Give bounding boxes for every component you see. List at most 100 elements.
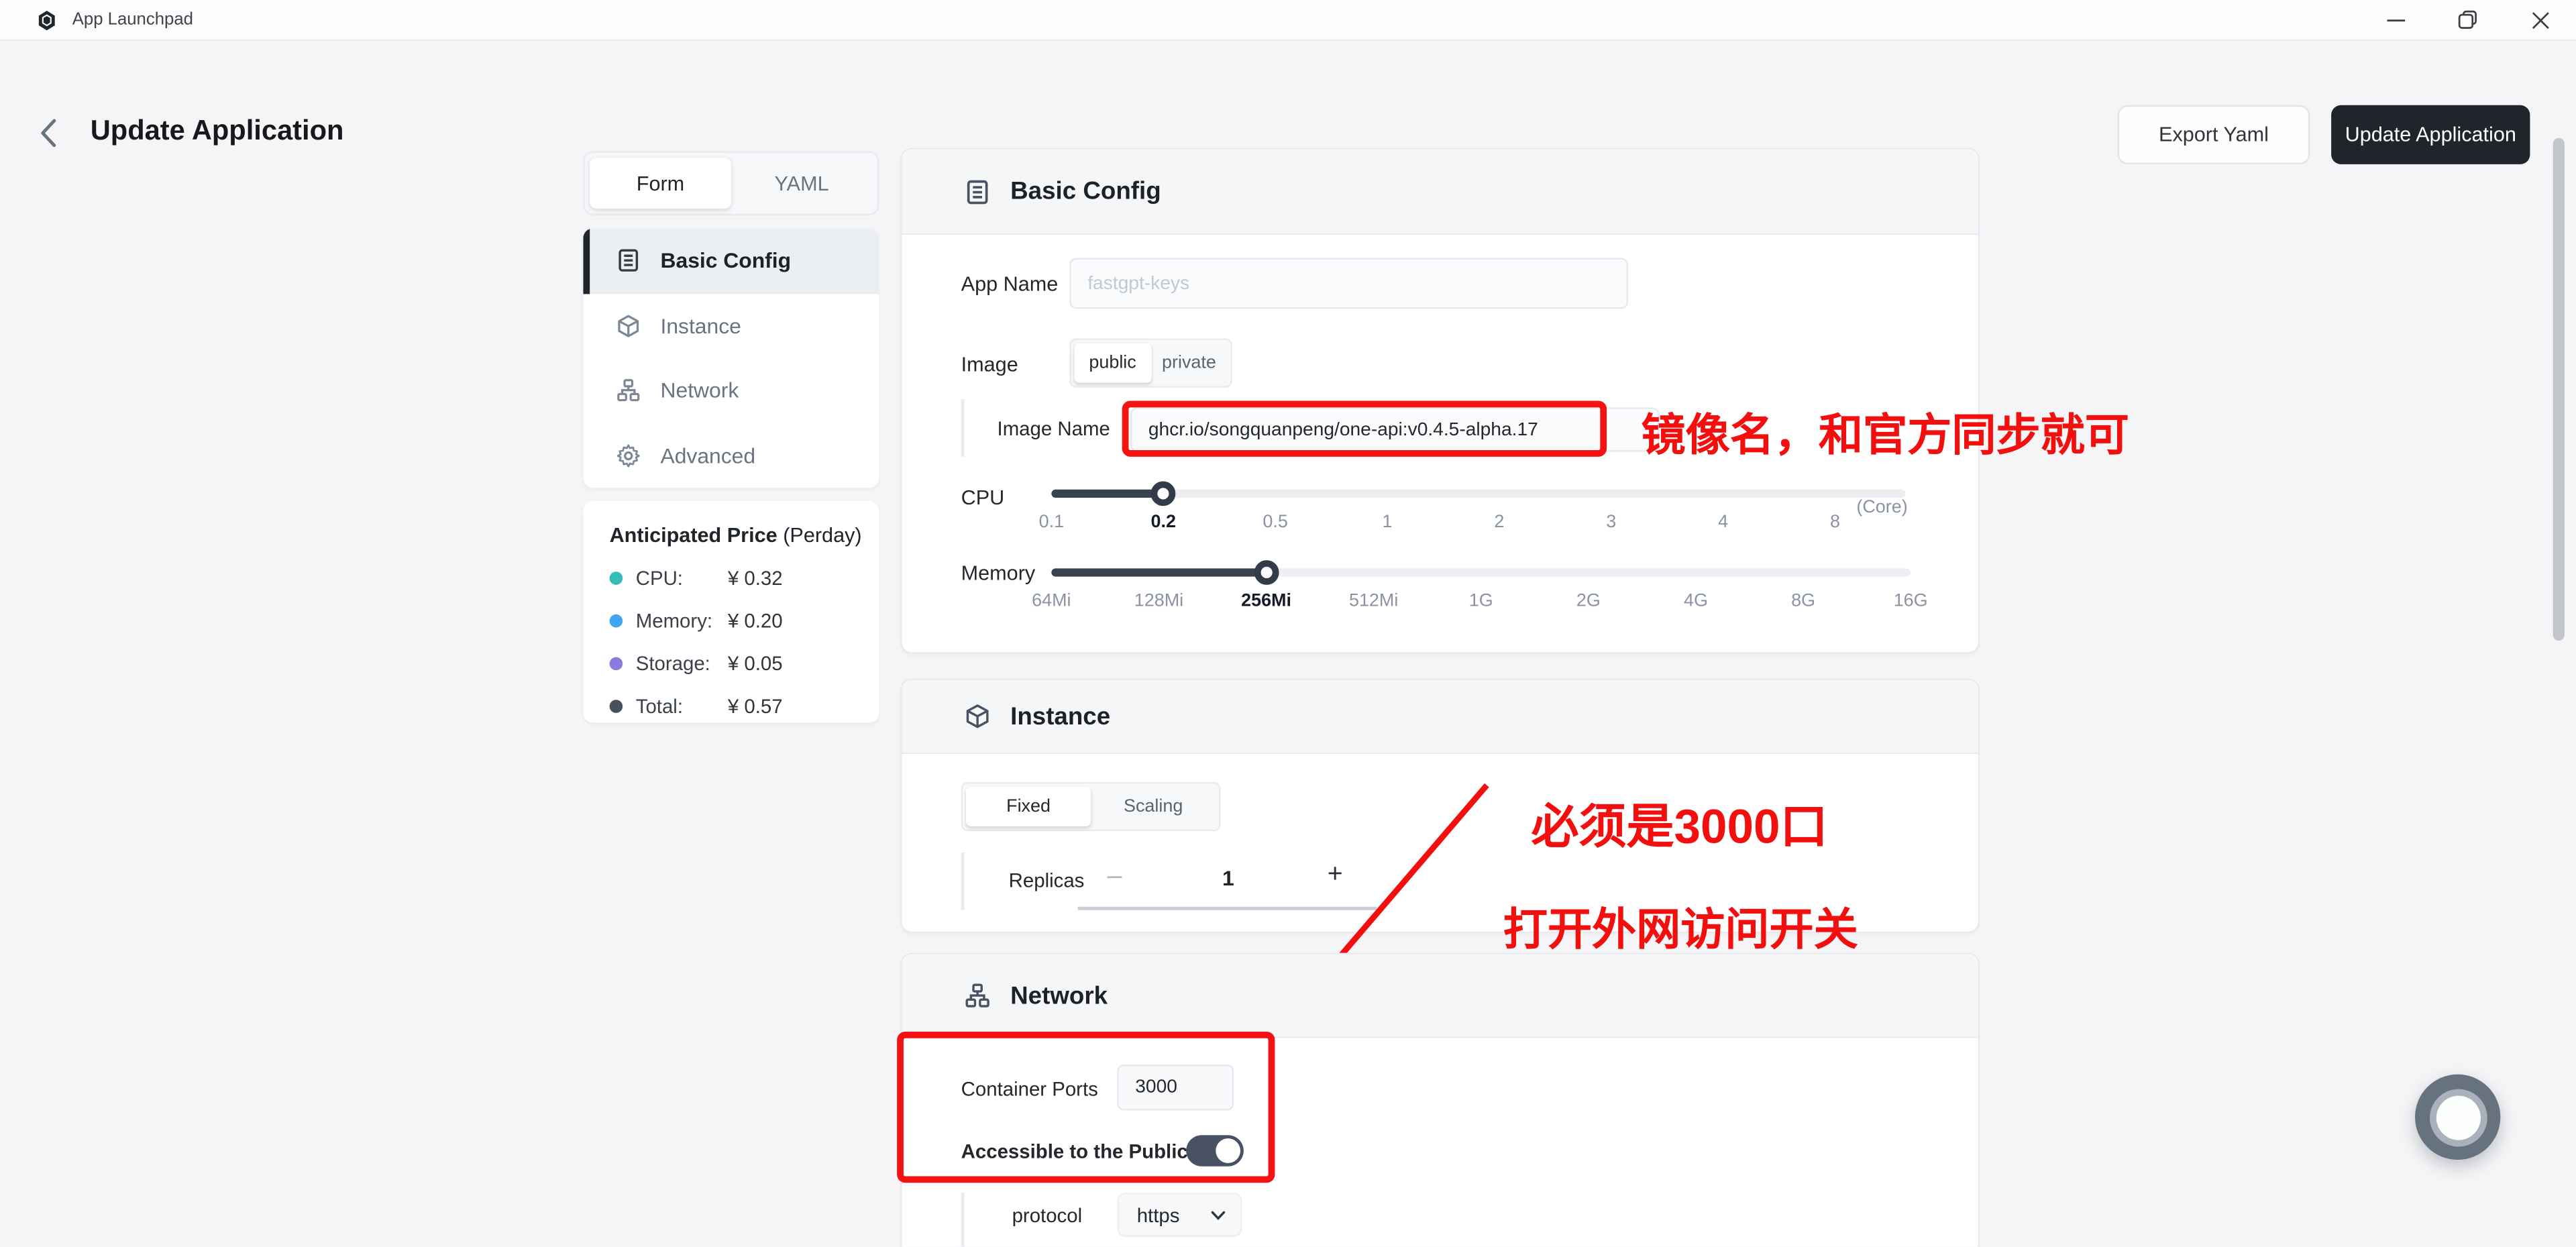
config-nav: Basic Config Instance Network Advanced <box>583 228 879 488</box>
page-title: Update Application <box>91 115 344 148</box>
cpu-dot <box>610 572 623 585</box>
cpu-slider-fill <box>1051 490 1163 498</box>
sidebar-item-instance[interactable]: Instance <box>583 293 879 358</box>
minimize-icon[interactable] <box>2359 0 2432 40</box>
window-titlebar: App Launchpad <box>0 0 2576 41</box>
cpu-label: CPU <box>961 486 1005 509</box>
sidebar-item-advanced[interactable]: Advanced <box>583 423 879 488</box>
memory-tick[interactable]: 8G <box>1791 592 1815 611</box>
memory-tick[interactable]: 16G <box>1894 592 1928 611</box>
cpu-slider-track[interactable] <box>1051 490 1905 498</box>
update-application-button[interactable]: Update Application <box>2331 105 2530 164</box>
memory-tick[interactable]: 512Mi <box>1349 592 1398 611</box>
indent-guide <box>961 399 965 457</box>
cpu-slider-ticks: 0.1 0.2 0.5 1 2 3 4 8 <box>1051 512 1835 535</box>
memory-tick[interactable]: 4G <box>1684 592 1708 611</box>
sidebar-item-network[interactable]: Network <box>583 358 879 423</box>
cpu-tick[interactable]: 4 <box>1718 512 1728 532</box>
replicas-value: 1 <box>1222 866 1234 891</box>
instance-mode-tabs: Fixed Scaling <box>961 782 1221 831</box>
memory-slider-handle[interactable] <box>1254 559 1279 584</box>
view-mode-tabs: Form YAML <box>583 151 879 215</box>
image-visibility-tabs: public private <box>1069 338 1232 387</box>
price-value: ¥ 0.57 <box>728 695 783 718</box>
assistant-button-core <box>2436 1095 2480 1139</box>
cpu-tick-selected[interactable]: 0.2 <box>1150 512 1175 532</box>
protocol-select[interactable]: https <box>1117 1193 1242 1237</box>
price-title: Anticipated Price (Perday) <box>610 524 862 547</box>
price-label: Total: <box>636 695 728 718</box>
app-name-input[interactable]: fastgpt-keys <box>1069 258 1628 309</box>
memory-slider-fill <box>1051 568 1267 576</box>
instance-header: Instance <box>902 680 1978 754</box>
accessible-label: Accessible to the Public <box>961 1140 1188 1163</box>
indent-guide <box>961 853 965 910</box>
price-label: Storage: <box>636 652 728 675</box>
basic-config-header: Basic Config <box>902 150 1978 235</box>
app-name-label: App Name <box>961 273 1059 296</box>
memory-slider[interactable]: 64Mi 128Mi 256Mi 512Mi 1G 2G 4G 8G 16G <box>1051 555 1911 621</box>
memory-tick-selected[interactable]: 256Mi <box>1241 592 1291 611</box>
sidebar-item-label: Instance <box>660 313 741 338</box>
cpu-tick[interactable]: 0.1 <box>1039 512 1064 532</box>
page-header: Update Application Export Yaml Update Ap… <box>0 40 2576 148</box>
vertical-scrollbar[interactable] <box>2553 138 2565 641</box>
price-value: ¥ 0.05 <box>728 652 783 675</box>
memory-tick[interactable]: 1G <box>1469 592 1493 611</box>
price-value: ¥ 0.20 <box>728 610 783 633</box>
protocol-value: https <box>1119 1203 1180 1226</box>
memory-tick[interactable]: 2G <box>1576 592 1601 611</box>
gear-icon <box>616 443 641 468</box>
export-yaml-button[interactable]: Export Yaml <box>2118 105 2310 164</box>
section-title: Basic Config <box>1010 177 1161 205</box>
accessible-toggle[interactable] <box>1186 1135 1244 1167</box>
close-icon[interactable] <box>2504 0 2576 40</box>
memory-label: Memory <box>961 562 1036 585</box>
tab-form[interactable]: Form <box>590 158 731 209</box>
price-row-total: Total: ¥ 0.57 <box>610 695 856 718</box>
cpu-tick[interactable]: 3 <box>1606 512 1616 532</box>
price-row-cpu: CPU: ¥ 0.32 <box>610 567 856 590</box>
network-icon <box>965 982 991 1008</box>
container-ports-label: Container Ports <box>961 1078 1098 1101</box>
price-title-sub: (Perday) <box>783 524 861 547</box>
network-header: Network <box>902 955 1978 1038</box>
assistant-button-ring <box>2429 1088 2487 1146</box>
sidebar-item-basic-config[interactable]: Basic Config <box>583 228 879 293</box>
replicas-minus-button[interactable]: – <box>1108 863 1122 892</box>
cpu-unit-label: (Core) <box>1856 498 1907 517</box>
price-label: CPU: <box>636 567 728 590</box>
tab-scaling[interactable]: Scaling <box>1091 787 1216 826</box>
app-launchpad-window: App Launchpad Update Application Export … <box>0 0 2576 1247</box>
cube-icon <box>616 313 641 338</box>
tab-yaml[interactable]: YAML <box>731 158 873 209</box>
indent-guide <box>961 1193 965 1247</box>
cpu-tick[interactable]: 1 <box>1382 512 1392 532</box>
cpu-tick[interactable]: 8 <box>1830 512 1840 532</box>
floating-assistant-button[interactable] <box>2415 1075 2500 1160</box>
tab-private[interactable]: private <box>1151 343 1228 383</box>
document-icon <box>965 178 991 205</box>
restore-icon[interactable] <box>2431 0 2504 40</box>
cpu-slider[interactable]: 0.1 0.2 0.5 1 2 3 4 8 <box>1051 476 1905 542</box>
cpu-tick[interactable]: 2 <box>1494 512 1504 532</box>
sidebar-item-label: Network <box>660 378 739 403</box>
sidebar-item-label: Basic Config <box>660 248 791 273</box>
tab-public[interactable]: public <box>1075 343 1151 383</box>
back-button[interactable] <box>40 118 69 151</box>
window-title: App Launchpad <box>72 10 193 30</box>
anticipated-price-card: Anticipated Price (Perday) CPU: ¥ 0.32 M… <box>583 501 879 723</box>
image-name-label: Image Name <box>998 417 1110 440</box>
tab-fixed[interactable]: Fixed <box>966 787 1091 826</box>
price-title-bold: Anticipated Price <box>610 524 777 547</box>
cpu-tick[interactable]: 0.5 <box>1263 512 1287 532</box>
memory-tick[interactable]: 64Mi <box>1032 592 1071 611</box>
cpu-slider-handle[interactable] <box>1151 480 1176 505</box>
replicas-plus-button[interactable]: + <box>1328 861 1343 890</box>
image-name-input[interactable]: ghcr.io/songquanpeng/one-api:v0.4.5-alph… <box>1130 407 1660 451</box>
container-ports-input[interactable]: 3000 <box>1117 1065 1234 1111</box>
section-title: Network <box>1010 981 1108 1010</box>
document-icon <box>616 248 641 273</box>
memory-tick[interactable]: 128Mi <box>1134 592 1183 611</box>
chevron-down-icon <box>1211 1210 1226 1220</box>
